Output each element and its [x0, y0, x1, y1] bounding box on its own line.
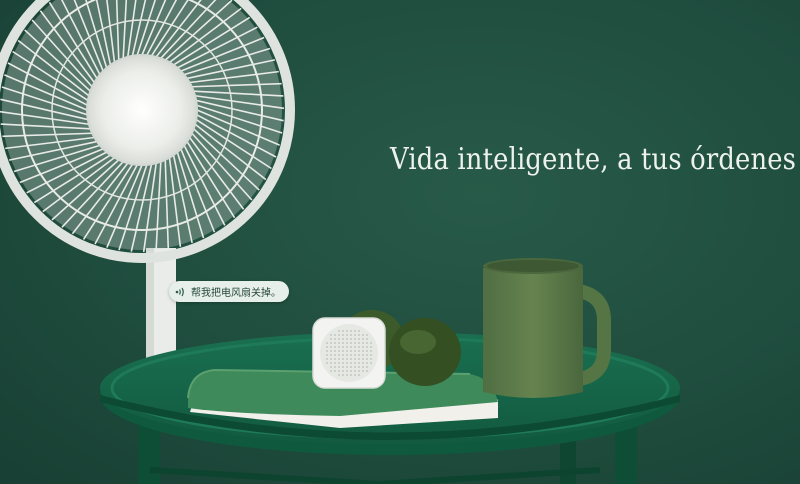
headline: Vida inteligente, a tus órdenes	[390, 142, 797, 177]
voice-wave-icon	[169, 286, 191, 298]
smart-speaker	[312, 317, 386, 389]
voice-command-bubble: 帮我把电风扇关掉。	[169, 281, 289, 302]
product-scene: Vida inteligente, a tus órdenes 帮我把电风扇关掉…	[0, 0, 800, 484]
voice-command-text: 帮我把电风扇关掉。	[191, 288, 281, 299]
fan-head	[0, 0, 295, 263]
scene-illustration	[0, 0, 680, 484]
mug	[483, 258, 611, 398]
